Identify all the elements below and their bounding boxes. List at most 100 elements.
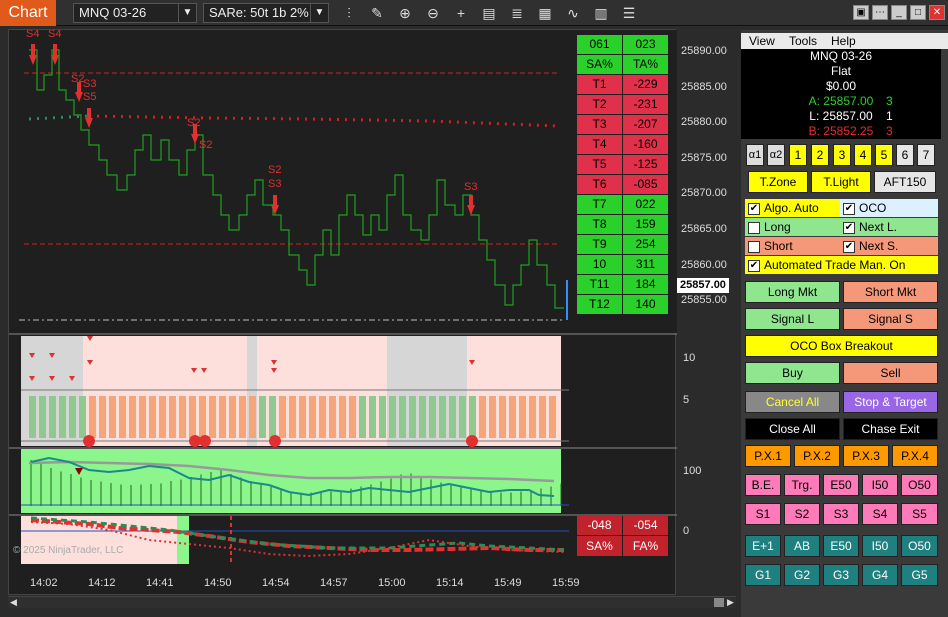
signal-label: S3 xyxy=(268,178,281,190)
close-all-button[interactable]: Close All xyxy=(745,418,840,440)
draw-pencil-icon[interactable]: ✎ xyxy=(368,4,386,22)
stats-label: T5 xyxy=(577,155,622,174)
next-short-toggle[interactable]: ✔ Next S. xyxy=(840,237,938,255)
long-mkt-button[interactable]: Long Mkt xyxy=(745,281,840,303)
chart-area[interactable]: S4 S4 S2 S3 S5 S2 S2 S2 S3 S3 25890.00 2… xyxy=(8,29,727,595)
checkbox-icon[interactable]: ✔ xyxy=(843,221,855,234)
sell-button[interactable]: Sell xyxy=(843,362,938,384)
chase-exit-button[interactable]: Chase Exit xyxy=(843,418,938,440)
close-icon[interactable]: ✕ xyxy=(929,5,945,20)
indicator-icon[interactable]: ▦ xyxy=(536,4,554,22)
atm-toggle[interactable]: ✔ Automated Trade Man. On xyxy=(745,256,938,274)
oco-box-breakout-button[interactable]: OCO Box Breakout xyxy=(745,335,938,357)
tab-7[interactable]: 7 xyxy=(917,144,935,166)
templates-icon[interactable]: ☰ xyxy=(620,4,638,22)
menu-help[interactable]: Help xyxy=(831,34,856,48)
g1-button[interactable]: G1 xyxy=(745,564,781,586)
checkbox-icon[interactable] xyxy=(748,221,760,234)
chart-style-icon[interactable]: ∿ xyxy=(564,4,582,22)
tlight-button[interactable]: T.Light xyxy=(811,171,871,193)
chevron-down-icon[interactable]: ▼ xyxy=(178,4,196,22)
last-size: 1 xyxy=(886,109,893,123)
tab-2[interactable]: 2 xyxy=(811,144,829,166)
checkbox-icon[interactable]: ✔ xyxy=(748,259,760,272)
short-mkt-button[interactable]: Short Mkt xyxy=(843,281,938,303)
g3-button[interactable]: G3 xyxy=(823,564,859,586)
zoom-in-icon[interactable]: ⊕ xyxy=(396,4,414,22)
cancel-all-button[interactable]: Cancel All xyxy=(745,391,840,413)
be-button[interactable]: B.E. xyxy=(745,474,781,496)
bottom-stats-table: -048 -054 SA% FA% xyxy=(577,515,669,557)
scroll-left-icon[interactable]: ◀ xyxy=(10,597,17,608)
tab-4[interactable]: 4 xyxy=(854,144,872,166)
indicator-bar xyxy=(439,396,446,438)
ab-button[interactable]: AB xyxy=(784,535,820,557)
checkbox-icon[interactable]: ✔ xyxy=(843,202,855,215)
short-toggle[interactable]: Short xyxy=(745,237,840,255)
next-long-toggle[interactable]: ✔ Next L. xyxy=(840,218,938,236)
layout-icon[interactable]: ▣ xyxy=(853,5,869,20)
tab-5[interactable]: 5 xyxy=(875,144,893,166)
properties-icon[interactable]: ▥ xyxy=(592,4,610,22)
menu-tools[interactable]: Tools xyxy=(789,34,817,48)
more-icon[interactable]: ⋯ xyxy=(872,5,888,20)
o50-button[interactable]: O50 xyxy=(901,474,938,496)
signal-label: S4 xyxy=(26,30,39,40)
buy-button[interactable]: Buy xyxy=(745,362,840,384)
checkbox-icon[interactable] xyxy=(748,240,760,253)
s2-button[interactable]: S2 xyxy=(784,503,820,525)
aft150-button[interactable]: AFT150 xyxy=(874,171,936,193)
s5-button[interactable]: S5 xyxy=(901,503,938,525)
minimize-icon[interactable]: _ xyxy=(891,5,907,20)
instrument-selector[interactable]: MNQ 03-26 ▼ xyxy=(73,3,197,23)
scroll-thumb[interactable] xyxy=(714,598,724,607)
horizontal-scrollbar[interactable]: ◀ ▶ xyxy=(8,596,736,608)
s1-button[interactable]: S1 xyxy=(745,503,781,525)
chart-tab[interactable]: Chart xyxy=(0,0,56,26)
i50-target-button[interactable]: I50 xyxy=(862,535,898,557)
eplus1-button[interactable]: E+1 xyxy=(745,535,781,557)
crosshair-icon[interactable]: + xyxy=(452,4,470,22)
menu-view[interactable]: View xyxy=(749,34,775,48)
position-info: MNQ 03-26 Flat $0.00 A: 25857.00 3 L: 258… xyxy=(741,49,941,139)
long-toggle[interactable]: Long xyxy=(745,218,840,236)
tab-alpha1[interactable]: α1 xyxy=(746,144,764,166)
px1-button[interactable]: P.X.1 xyxy=(745,445,791,467)
e50-target-button[interactable]: E50 xyxy=(823,535,859,557)
strategy-icon[interactable]: ≣ xyxy=(508,4,526,22)
tab-6[interactable]: 6 xyxy=(896,144,914,166)
px2-button[interactable]: P.X.2 xyxy=(794,445,840,467)
bottom-stat: SA% xyxy=(577,536,622,556)
s3-button[interactable]: S3 xyxy=(823,503,859,525)
g5-button[interactable]: G5 xyxy=(901,564,938,586)
zoom-out-icon[interactable]: ⊖ xyxy=(424,4,442,22)
tzone-button[interactable]: T.Zone xyxy=(748,171,808,193)
signal-short-button[interactable]: Signal S xyxy=(843,308,938,330)
maximize-icon[interactable]: □ xyxy=(910,5,926,20)
o50-target-button[interactable]: O50 xyxy=(901,535,938,557)
bar-type-icon[interactable]: ⫶ xyxy=(340,4,358,22)
i50-button[interactable]: I50 xyxy=(862,474,898,496)
g2-button[interactable]: G2 xyxy=(784,564,820,586)
stats-row: 10 311 xyxy=(577,255,669,275)
tab-1[interactable]: 1 xyxy=(789,144,807,166)
oco-toggle[interactable]: ✔ OCO xyxy=(840,199,938,217)
signal-long-button[interactable]: Signal L xyxy=(745,308,840,330)
scroll-right-icon[interactable]: ▶ xyxy=(727,597,734,608)
e50-button[interactable]: E50 xyxy=(823,474,859,496)
algo-auto-toggle[interactable]: ✔ Algo. Auto xyxy=(745,199,840,217)
stop-target-button[interactable]: Stop & Target xyxy=(843,391,938,413)
indicator-bar xyxy=(499,396,506,438)
tab-alpha2[interactable]: α2 xyxy=(767,144,785,166)
data-box-icon[interactable]: ▤ xyxy=(480,4,498,22)
px4-button[interactable]: P.X.4 xyxy=(892,445,938,467)
chevron-down-icon[interactable]: ▼ xyxy=(310,4,328,22)
trg-button[interactable]: Trg. xyxy=(784,474,820,496)
checkbox-icon[interactable]: ✔ xyxy=(843,240,855,253)
g4-button[interactable]: G4 xyxy=(862,564,898,586)
tab-3[interactable]: 3 xyxy=(833,144,851,166)
s4-button[interactable]: S4 xyxy=(862,503,898,525)
checkbox-icon[interactable]: ✔ xyxy=(748,202,760,215)
px3-button[interactable]: P.X.3 xyxy=(843,445,889,467)
bar-type-selector[interactable]: SARe: 50t 1b 2% ▼ xyxy=(203,3,329,23)
